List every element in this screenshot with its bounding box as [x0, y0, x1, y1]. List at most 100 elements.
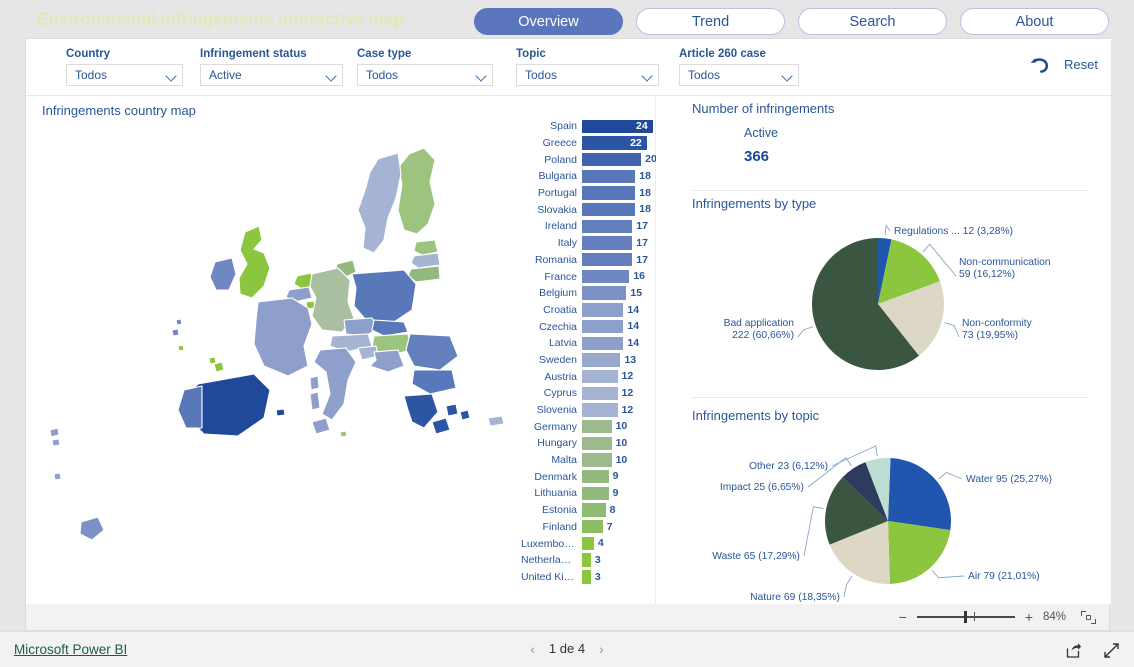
- bar-track: 3: [582, 569, 653, 586]
- bar-row[interactable]: Bulgaria 18: [521, 168, 653, 185]
- bar-row[interactable]: Czechia 14: [521, 318, 653, 335]
- page-title: Environmental infringements interactive …: [37, 9, 404, 29]
- reset-button[interactable]: Reset: [1027, 53, 1098, 75]
- filter-country-label: Country: [66, 48, 111, 60]
- bar-row[interactable]: Ireland 17: [521, 218, 653, 235]
- bar-value-label: 12: [621, 403, 634, 416]
- bar-category-label: Latvia: [548, 337, 577, 350]
- pie-slice[interactable]: [888, 458, 951, 531]
- bar-row[interactable]: Malta 10: [521, 452, 653, 469]
- bar-row[interactable]: United King... 3: [521, 569, 653, 586]
- kpi-card[interactable]: Number of infringements Active 366: [656, 96, 1111, 191]
- filter-case-type-value: Todos: [366, 68, 399, 82]
- bar-row[interactable]: Greece 22: [521, 135, 653, 152]
- fit-to-page-icon[interactable]: [1081, 610, 1096, 624]
- pie-slice[interactable]: [888, 521, 951, 584]
- right-column: Number of infringements Active 366 Infri…: [656, 96, 1111, 605]
- bar-track: 17: [582, 218, 653, 235]
- country-bar-chart[interactable]: Spain 24 Greece 22 Poland 20 Bulgaria 18 Portuga…: [521, 118, 657, 602]
- bar-row[interactable]: France 16: [521, 268, 653, 285]
- filter-topic-select[interactable]: Todos: [516, 64, 659, 86]
- tab-about[interactable]: About: [960, 8, 1109, 35]
- bar-row[interactable]: Finland 7: [521, 519, 653, 536]
- bar-track: 24: [582, 118, 653, 135]
- bar-row[interactable]: Belgium 15: [521, 285, 653, 302]
- bar-row[interactable]: Latvia 14: [521, 335, 653, 352]
- fullscreen-icon[interactable]: [1103, 642, 1120, 664]
- bar-row[interactable]: Lithuania 9: [521, 485, 653, 502]
- bar-row[interactable]: Germany 10: [521, 418, 653, 435]
- bar-value-label: 14: [627, 320, 640, 333]
- bar-row[interactable]: Estonia 8: [521, 502, 653, 519]
- bar-row[interactable]: Poland 20: [521, 151, 657, 168]
- bar-row[interactable]: Luxembourg 4: [521, 535, 653, 552]
- bar-row[interactable]: Slovenia 12: [521, 402, 653, 419]
- pie-type-svg: Regulations ... 12 (3,28%) Non-communicat…: [724, 224, 1051, 370]
- bar-row[interactable]: Croatia 14: [521, 302, 653, 319]
- zoom-out-button[interactable]: −: [899, 610, 907, 624]
- bar-value-label: 9: [612, 487, 619, 500]
- bar-category-label: Estonia: [541, 504, 577, 517]
- share-icon[interactable]: [1065, 642, 1082, 664]
- bar-row[interactable]: Spain 24: [521, 118, 653, 135]
- bar-value-label: 18: [639, 186, 651, 199]
- bar-fill: [582, 368, 618, 385]
- bar-row[interactable]: Italy 17: [521, 235, 653, 252]
- page-navigation: ‹ 1 de 4 ›: [0, 641, 1134, 656]
- bar-value-label: 22: [630, 136, 642, 149]
- bar-row[interactable]: Romania 17: [521, 252, 653, 269]
- bar-fill: [582, 318, 624, 335]
- pie-slice-label: Air 79 (21,01%): [968, 571, 1040, 582]
- bar-row[interactable]: Netherlands 3: [521, 552, 653, 569]
- bar-track: 18: [582, 201, 653, 218]
- bar-track: 17: [582, 235, 653, 252]
- zoom-slider-thumb[interactable]: [963, 611, 967, 623]
- bar-row[interactable]: Sweden 13: [521, 352, 653, 369]
- pie-slice-label: Non-conformity: [962, 318, 1033, 329]
- pie-callout-line: [803, 506, 824, 557]
- filter-case-type-select[interactable]: Todos: [357, 64, 493, 86]
- tab-trend[interactable]: Trend: [636, 8, 785, 35]
- bar-row[interactable]: Portugal 18: [521, 185, 653, 202]
- pie-callout-line: [843, 576, 853, 598]
- filter-topic-value: Todos: [525, 68, 558, 82]
- tab-overview[interactable]: Overview: [474, 8, 623, 35]
- chevron-down-icon: [781, 69, 794, 82]
- zoom-in-button[interactable]: +: [1025, 610, 1033, 624]
- zoom-slider[interactable]: [916, 611, 1015, 623]
- bar-row[interactable]: Denmark 9: [521, 468, 653, 485]
- bar-track: 16: [582, 268, 653, 285]
- chevron-left-icon[interactable]: ‹: [530, 642, 535, 656]
- filter-country-select[interactable]: Todos: [66, 64, 183, 86]
- bar-track: 20: [582, 151, 657, 168]
- country-map-visual[interactable]: Infringements country map Spain 24 Greec…: [26, 96, 657, 654]
- kpi-sub-label: Active: [744, 126, 779, 140]
- filter-status-value: Active: [209, 68, 242, 82]
- pie-topic-chart[interactable]: Water 95 (25,27%) Air 79 (21,01%) Nature 6…: [656, 421, 1111, 609]
- pie-type-chart[interactable]: Regulations ... 12 (3,28%) Non-communicat…: [656, 209, 1111, 397]
- filter-article-260-select[interactable]: Todos: [679, 64, 799, 86]
- filter-country: Country Todos: [66, 48, 183, 86]
- filter-status-select[interactable]: Active: [200, 64, 343, 86]
- europe-choropleth-map[interactable]: [26, 122, 521, 654]
- bar-fill: [582, 435, 612, 452]
- bar-fill: [582, 418, 612, 435]
- pie-callout-line: [884, 224, 891, 236]
- pie-slice-label: 59 (16,12%): [959, 269, 1015, 280]
- bar-row[interactable]: Slovakia 18: [521, 201, 653, 218]
- filter-status-label: Infringement status: [200, 48, 307, 60]
- infringements-by-topic-visual[interactable]: Infringements by topic Water 95 (25,27%)…: [656, 403, 1111, 610]
- infringements-by-type-visual[interactable]: Infringements by type Regulations ... 12…: [656, 191, 1111, 398]
- bar-value-label: 10: [615, 437, 628, 450]
- bar-row[interactable]: Austria 12: [521, 368, 653, 385]
- chevron-right-icon[interactable]: ›: [599, 642, 604, 656]
- bar-category-label: Croatia: [543, 303, 577, 316]
- bar-fill: [582, 569, 591, 585]
- tab-search[interactable]: Search: [798, 8, 947, 35]
- page-indicator: 1 de 4: [548, 641, 586, 656]
- reset-label: Reset: [1064, 56, 1098, 72]
- bar-row[interactable]: Cyprus 12: [521, 385, 653, 402]
- bar-track: 17: [582, 252, 653, 269]
- kpi-value: 366: [744, 148, 770, 165]
- bar-row[interactable]: Hungary 10: [521, 435, 653, 452]
